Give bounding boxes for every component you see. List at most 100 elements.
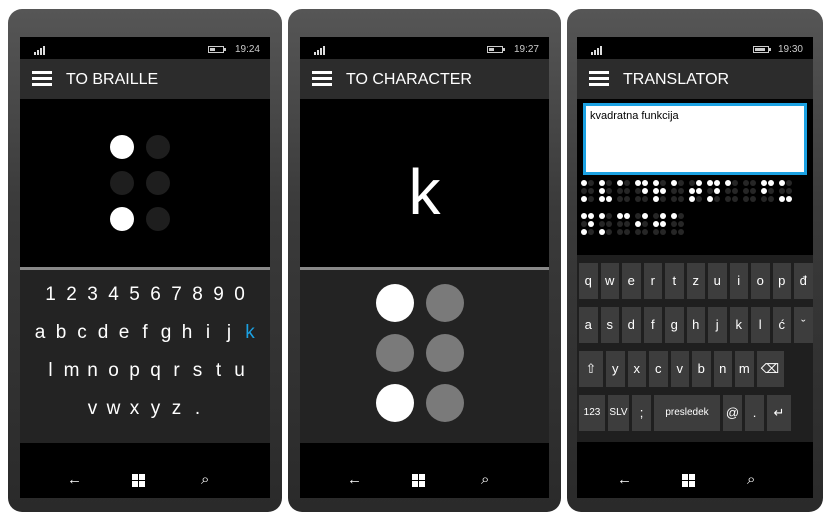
search-icon[interactable]: ⌕ <box>481 471 489 488</box>
key-l[interactable]: l <box>751 307 770 343</box>
key-g[interactable]: g <box>665 307 684 343</box>
key-x[interactable]: x <box>627 351 646 387</box>
key-q[interactable]: q <box>579 263 598 299</box>
key-l[interactable]: l <box>40 360 61 382</box>
key-ć[interactable]: ć <box>772 307 791 343</box>
key-3[interactable]: 3 <box>82 284 103 306</box>
key-y[interactable]: y <box>145 398 166 420</box>
key-9[interactable]: 9 <box>208 284 229 306</box>
key-j[interactable]: j <box>708 307 727 343</box>
key-5[interactable]: 5 <box>124 284 145 306</box>
braille-dot-1 <box>110 135 134 159</box>
key-c[interactable]: c <box>72 322 93 344</box>
braille-dot-4[interactable] <box>426 284 464 322</box>
key-e[interactable]: e <box>114 322 135 344</box>
back-arrow-icon[interactable]: ← <box>617 471 632 488</box>
key-s[interactable]: s <box>600 307 619 343</box>
keypad: 1234567890 abcdefghijk lmnopqrstu vwxyz. <box>20 267 270 443</box>
key-slv[interactable]: SLV <box>608 395 629 431</box>
key-period[interactable]: . <box>187 398 208 420</box>
windows-logo-icon[interactable] <box>682 474 696 488</box>
key-p[interactable]: p <box>772 263 791 299</box>
key-m[interactable]: m <box>61 360 82 382</box>
key-v[interactable]: v <box>670 351 689 387</box>
key-a[interactable]: a <box>579 307 598 343</box>
key-p[interactable]: p <box>124 360 145 382</box>
braille-dot-3[interactable] <box>376 384 414 422</box>
braille-dot-5[interactable] <box>426 334 464 372</box>
key-.[interactable]: . <box>745 395 764 431</box>
key-d[interactable]: d <box>93 322 114 344</box>
key-b[interactable]: b <box>692 351 711 387</box>
key-7[interactable]: 7 <box>166 284 187 306</box>
key-e[interactable]: e <box>622 263 641 299</box>
braille-output-dot <box>660 196 666 202</box>
key-f[interactable]: f <box>135 322 156 344</box>
key-b[interactable]: b <box>51 322 72 344</box>
key-x[interactable]: x <box>124 398 145 420</box>
key-q[interactable]: q <box>145 360 166 382</box>
key-n[interactable]: n <box>713 351 732 387</box>
key-i[interactable]: i <box>729 263 748 299</box>
search-icon[interactable]: ⌕ <box>201 471 209 488</box>
key-1[interactable]: 1 <box>40 284 61 306</box>
key-t[interactable]: t <box>665 263 684 299</box>
key-h[interactable]: h <box>177 322 198 344</box>
windows-logo-icon[interactable] <box>412 474 426 488</box>
key-presledek[interactable]: presledek <box>654 395 720 431</box>
hamburger-menu-icon[interactable] <box>589 71 609 87</box>
key-j[interactable]: j <box>219 322 240 344</box>
key-a[interactable]: a <box>30 322 51 344</box>
key-o[interactable]: o <box>103 360 124 382</box>
key-r[interactable]: r <box>643 263 662 299</box>
key-i[interactable]: i <box>198 322 219 344</box>
phone-to-braille: 19:24 TO BRAILLE 1234567890 abcdefghijk … <box>8 9 282 512</box>
translator-input[interactable]: kvadratna funkcija <box>583 103 807 175</box>
windows-logo-icon[interactable] <box>132 474 146 488</box>
key-6[interactable]: 6 <box>145 284 166 306</box>
key-w[interactable]: w <box>600 263 619 299</box>
key-s[interactable]: s <box>187 360 208 382</box>
key-ˇ[interactable]: ˇ <box>794 307 813 343</box>
key-t[interactable]: t <box>208 360 229 382</box>
key-r[interactable]: r <box>166 360 187 382</box>
key-h[interactable]: h <box>686 307 705 343</box>
braille-dot-1[interactable] <box>376 284 414 322</box>
key-8[interactable]: 8 <box>187 284 208 306</box>
key-u[interactable]: u <box>708 263 727 299</box>
key-o[interactable]: o <box>751 263 770 299</box>
key-z[interactable]: z <box>166 398 187 420</box>
key-z[interactable]: z <box>686 263 705 299</box>
braille-dot-2[interactable] <box>376 334 414 372</box>
hamburger-menu-icon[interactable] <box>32 71 52 87</box>
key-g[interactable]: g <box>156 322 177 344</box>
key-@[interactable]: @ <box>723 395 742 431</box>
key-m[interactable]: m <box>735 351 754 387</box>
key-f[interactable]: f <box>643 307 662 343</box>
back-arrow-icon[interactable]: ← <box>347 471 362 488</box>
key-⇧[interactable]: ⇧ <box>579 351 603 387</box>
key-k[interactable]: k <box>729 307 748 343</box>
key-4[interactable]: 4 <box>103 284 124 306</box>
key-đ[interactable]: đ <box>794 263 813 299</box>
key-y[interactable]: y <box>606 351 625 387</box>
key-v[interactable]: v <box>82 398 103 420</box>
back-arrow-icon[interactable]: ← <box>67 471 82 488</box>
hamburger-menu-icon[interactable] <box>312 71 332 87</box>
key-d[interactable]: d <box>622 307 641 343</box>
key-w[interactable]: w <box>103 398 124 420</box>
key-⌫[interactable]: ⌫ <box>756 351 784 387</box>
key-k-selected[interactable]: k <box>240 322 261 344</box>
key-c[interactable]: c <box>649 351 668 387</box>
braille-output-dot <box>624 229 630 235</box>
search-icon[interactable]: ⌕ <box>747 471 755 488</box>
key-;[interactable]: ; <box>632 395 651 431</box>
key-2[interactable]: 2 <box>61 284 82 306</box>
key-0[interactable]: 0 <box>229 284 250 306</box>
key-123[interactable]: 123 <box>579 395 605 431</box>
braille-dot-6[interactable] <box>426 384 464 422</box>
key-n[interactable]: n <box>82 360 103 382</box>
key-↵[interactable]: ↵ <box>767 395 791 431</box>
braille-output-dot <box>750 196 756 202</box>
key-u[interactable]: u <box>229 360 250 382</box>
